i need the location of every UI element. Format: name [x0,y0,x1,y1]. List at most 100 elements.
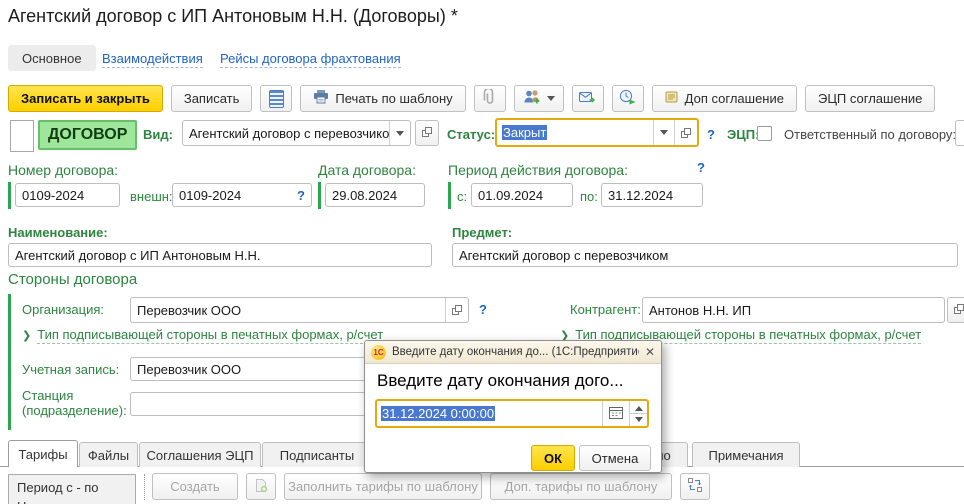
period-to-label: по: [580,189,598,204]
date-label: Дата договора: [318,162,416,178]
paperclip-icon [483,89,497,108]
ecp-checkbox[interactable] [757,126,772,141]
organization-help-link[interactable]: ? [479,302,487,317]
list-icon [269,90,284,108]
tab-signers[interactable]: Подписанты [262,442,372,467]
counterparty-open-button[interactable] [947,297,964,323]
ecp-agreement-button[interactable]: ЭЦП соглашение [805,85,935,112]
create-button[interactable]: Создать [152,473,238,500]
document-plus-icon [254,478,268,496]
spinner-up-button[interactable] [630,401,647,413]
dropdown-button[interactable] [653,120,674,145]
date-input-dialog: 1С Введите дату окончания до... (1С:Пред… [364,340,662,473]
reorder-button[interactable] [680,473,710,500]
counterparty-field[interactable]: Антонов Н.Н. ИП [642,297,945,323]
save-and-close-button[interactable]: Записать и закрыть [8,85,163,112]
printer-icon [313,90,329,107]
period-from-input[interactable]: 01.09.2024 [471,183,573,207]
name-label: Наименование: [8,225,108,240]
reorder-icon [687,477,703,496]
nav-tab-main[interactable]: Основное [8,45,96,71]
chevron-down-icon [635,417,643,426]
status-help-link[interactable]: ? [707,127,715,142]
extra-agreement-button[interactable]: Доп соглашение [652,85,797,112]
status-combobox[interactable]: Закрыт [495,118,699,147]
nav-tab-interactions[interactable]: Взаимодействия [102,51,203,66]
organization-field[interactable]: Перевозчик ООО [130,297,469,323]
close-icon[interactable]: ✕ [645,345,655,359]
ok-button[interactable]: ОК [531,445,575,471]
spinner-down-button[interactable] [630,413,647,426]
print-by-template-button[interactable]: Печать по шаблону [300,85,465,112]
open-form-icon [421,126,433,141]
status-value: Закрыт [502,125,547,140]
subject-label: Предмет: [452,225,512,240]
kind-label: Вид: [143,127,173,142]
history-button[interactable] [612,85,644,112]
dialog-heading: Введите дату окончания дого... [377,371,624,391]
chevron-down-icon [660,130,668,139]
chevron-up-icon [635,402,643,411]
name-input[interactable]: Агентский договор с ИП Антоновым Н.Н. [8,243,432,267]
send-email-button[interactable] [572,85,604,112]
document-icon [665,90,679,107]
organization-label: Организация: [22,302,104,317]
responsible-input[interactable] [955,120,964,146]
required-bar [8,182,11,209]
station-label-line1: Станция [22,388,73,403]
marker-box [10,120,34,152]
dialog-titlebar[interactable]: 1С Введите дату окончания до... (1С:Пред… [365,341,661,364]
1c-logo-icon: 1С [371,345,386,360]
save-button[interactable]: Записать [171,85,253,112]
number-help-link[interactable]: ? [297,188,305,203]
open-form-icon [451,304,463,316]
status-label: Статус: [447,127,495,142]
period-to-input[interactable]: 31.12.2024 [601,183,703,207]
dialog-date-value: 31.12.2024 0:00:00 [381,406,495,421]
app-window: Агентский договор с ИП Антоновым Н.Н. (Д… [0,0,964,504]
period-column-header[interactable]: Период с - по Наименование [8,474,136,504]
signer-type-link-left[interactable]: ❯Тип подписывающей стороны в печатных фо… [22,327,383,342]
dropdown-button[interactable] [389,121,410,145]
open-form-icon [953,303,964,318]
contract-date-input[interactable]: 29.08.2024 [325,183,425,207]
create-copy-button[interactable] [246,473,276,500]
account-label: Учетная запись: [22,362,119,377]
calendar-button[interactable] [602,401,629,426]
subject-input[interactable]: Агентский договор с перевозчиком [452,243,958,267]
register-records-button[interactable] [260,85,292,112]
organization-open-button[interactable] [445,298,468,322]
tab-tariffs[interactable]: Тарифы [8,440,78,467]
mail-forward-icon [579,90,596,107]
external-number-label: внешн: [130,189,173,204]
section-bar [8,294,11,430]
dialog-date-field[interactable]: 31.12.2024 0:00:00 [375,399,649,428]
number-label: Номер договора: [8,162,118,178]
chevron-down-icon [396,131,404,140]
kind-open-button[interactable] [415,120,439,146]
status-open-button[interactable] [674,120,697,145]
external-number-input[interactable]: 0109-2024 [172,183,312,207]
cancel-button[interactable]: Отмена [579,445,651,471]
command-toolbar: Записать и закрыть Записать Печать по ша… [8,85,935,112]
tab-files[interactable]: Файлы [79,442,138,467]
number-input[interactable]: 0109-2024 [15,183,120,207]
open-form-icon [680,127,692,139]
tab-ecp-agreements[interactable]: Соглашения ЭЦП [139,442,261,467]
counterparty-label: Контрагент: [570,302,641,317]
toolbar-splitter[interactable] [144,474,145,500]
parties-header: Стороны договора [8,271,137,288]
attachments-button[interactable] [474,85,506,112]
contact-persons-button[interactable] [514,85,564,112]
responsible-label: Ответственный по договору: [784,127,956,142]
calendar-icon [609,406,623,422]
extra-tariffs-button[interactable]: Доп. тарифы по шаблону [490,473,672,500]
fill-tariffs-button[interactable]: Заполнить тарифы по шаблону [284,473,482,500]
kind-combobox[interactable]: Агентский договор с перевозчико [182,120,411,146]
station-label-line2: (подразделение): [22,403,127,418]
period-help-link[interactable]: ? [697,160,705,175]
nav-tab-voyages[interactable]: Рейсы договора фрахтования [220,51,401,66]
tab-notes[interactable]: Примечания [692,442,800,467]
period-label: Период действия договора: [448,162,628,178]
people-add-icon [523,89,541,108]
